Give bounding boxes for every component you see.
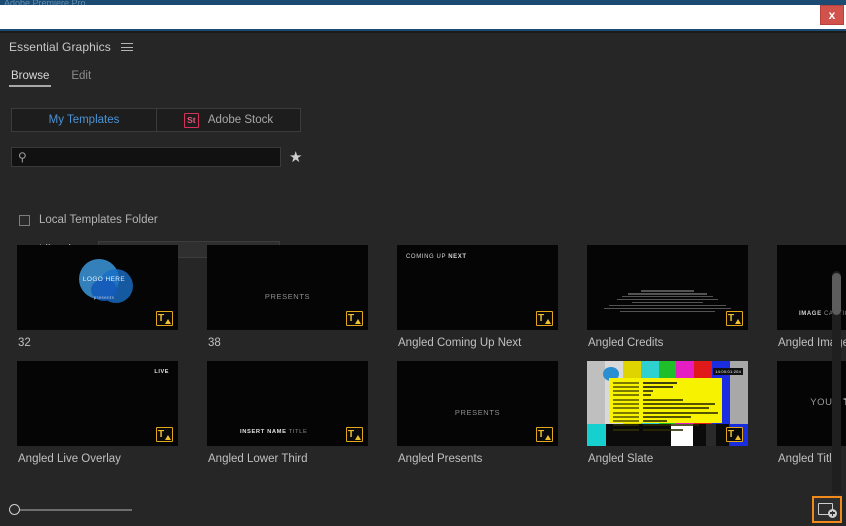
window-toolbar-strip — [0, 5, 846, 31]
thumb-caption: INSERT NAME TITLE — [240, 429, 307, 435]
thumb-caption: COMING UP NEXT — [406, 254, 467, 260]
slider-knob[interactable] — [9, 504, 20, 515]
template-thumbnail[interactable]: LOGO HERE presents T — [17, 245, 178, 330]
template-thumbnail[interactable]: INSERT NAME TITLE T — [207, 361, 368, 446]
text-warning-icon: T — [726, 427, 743, 442]
adobe-stock-button[interactable]: St Adobe Stock — [156, 108, 301, 132]
essential-graphics-panel: Essential Graphics Browse Edit My Templa… — [0, 33, 846, 526]
thumb-caption-bold: INSERT NAME — [240, 429, 287, 435]
template-item[interactable]: COMING UP NEXT T Angled Coming Up Next — [397, 245, 558, 361]
slate-card — [609, 378, 722, 431]
thumb-art-logo: LOGO HERE presents — [17, 245, 178, 330]
template-thumbnail[interactable]: 14:00:01:204 T — [587, 361, 748, 446]
star-icon[interactable]: ★ — [289, 150, 302, 165]
search-box[interactable]: ⚲ — [11, 147, 281, 167]
scrollbar-thumb[interactable] — [832, 273, 841, 315]
logo-word: LOGO HERE — [82, 276, 126, 283]
slider-track — [14, 509, 132, 511]
thumb-caption-light: COMING UP — [406, 254, 449, 260]
search-row: ⚲ ★ — [11, 147, 302, 167]
vertical-scrollbar[interactable] — [832, 271, 841, 521]
template-item[interactable]: PRESENTS T 38 — [207, 245, 368, 361]
search-icon: ⚲ — [18, 150, 27, 164]
template-item[interactable]: LOGO HERE presents T 32 — [17, 245, 178, 361]
template-name: Angled Coming Up Next — [398, 337, 522, 349]
local-templates-folder-row[interactable]: Local Templates Folder — [19, 214, 158, 226]
new-layer-button[interactable] — [812, 496, 842, 523]
template-thumbnail[interactable]: LIVE T — [17, 361, 178, 446]
panel-footer — [0, 494, 846, 526]
adobe-stock-label: Adobe Stock — [207, 114, 274, 126]
logo-sub: presents — [93, 295, 115, 300]
panel-header: Essential Graphics — [0, 33, 846, 61]
template-item[interactable]: T Angled Credits — [587, 245, 748, 361]
text-warning-icon: T — [156, 427, 173, 442]
text-warning-icon: T — [536, 311, 553, 326]
text-warning-icon: T — [346, 311, 363, 326]
template-thumbnail[interactable]: COMING UP NEXT T — [397, 245, 558, 330]
text-warning-icon: T — [346, 427, 363, 442]
template-name: Angled Slate — [588, 453, 654, 465]
template-name: Angled Credits — [588, 337, 664, 349]
local-templates-folder-checkbox[interactable] — [19, 214, 30, 226]
source-toggle-group: My Templates St Adobe Stock — [11, 108, 301, 132]
thumb-art-credits — [599, 289, 736, 314]
template-item[interactable]: PRESENTS T Angled Presents — [397, 361, 558, 477]
thumb-caption-bold: NEXT — [448, 254, 467, 260]
template-name: Angled Live Overlay — [18, 453, 121, 465]
thumb-caption: PRESENTS — [454, 408, 501, 417]
template-item[interactable]: INSERT NAME TITLE T Angled Lower Third — [207, 361, 368, 477]
thumb-caption-light: TITLE — [286, 429, 308, 435]
template-grid: LOGO HERE presents T 32 PRESENTS T 38 CO… — [0, 239, 846, 477]
template-name: Angled Presents — [398, 453, 483, 465]
template-thumbnail[interactable]: PRESENTS T — [397, 361, 558, 446]
local-templates-folder-label: Local Templates Folder — [39, 214, 158, 226]
essential-graphics-window: Adobe Premiere Pro x Essential Graphics … — [0, 0, 846, 526]
template-thumbnail[interactable]: PRESENTS T — [207, 245, 368, 330]
thumb-caption: PRESENTS — [264, 292, 311, 301]
new-layer-icon — [818, 502, 837, 518]
slate-timecode: 14:00:01:204 — [713, 368, 743, 375]
close-button[interactable]: x — [820, 5, 844, 25]
template-thumbnail[interactable]: T — [587, 245, 748, 330]
tab-edit[interactable]: Edit — [71, 70, 91, 87]
thumbnail-size-slider[interactable] — [9, 503, 133, 517]
template-name: 38 — [208, 337, 221, 349]
hamburger-menu-icon[interactable] — [120, 40, 135, 54]
text-warning-icon: T — [536, 427, 553, 442]
panel-tabs: Browse Edit — [0, 61, 846, 87]
panel-title: Essential Graphics — [9, 40, 111, 54]
thumb-caption-bold: IMAGE — [799, 311, 822, 317]
tab-browse[interactable]: Browse — [8, 70, 52, 87]
search-input[interactable] — [31, 151, 274, 163]
template-item[interactable]: 14:00:01:204 T Angled Slate — [587, 361, 748, 477]
template-grid-area: LOGO HERE presents T 32 PRESENTS T 38 CO… — [0, 239, 846, 493]
thumb-caption: LIVE — [154, 369, 169, 375]
my-templates-button[interactable]: My Templates — [11, 108, 156, 132]
template-name: Angled Lower Third — [208, 453, 308, 465]
text-warning-icon: T — [726, 311, 743, 326]
adobe-stock-icon: St — [183, 112, 199, 128]
template-item[interactable]: LIVE T Angled Live Overlay — [17, 361, 178, 477]
template-name: 32 — [18, 337, 31, 349]
text-warning-icon: T — [156, 311, 173, 326]
